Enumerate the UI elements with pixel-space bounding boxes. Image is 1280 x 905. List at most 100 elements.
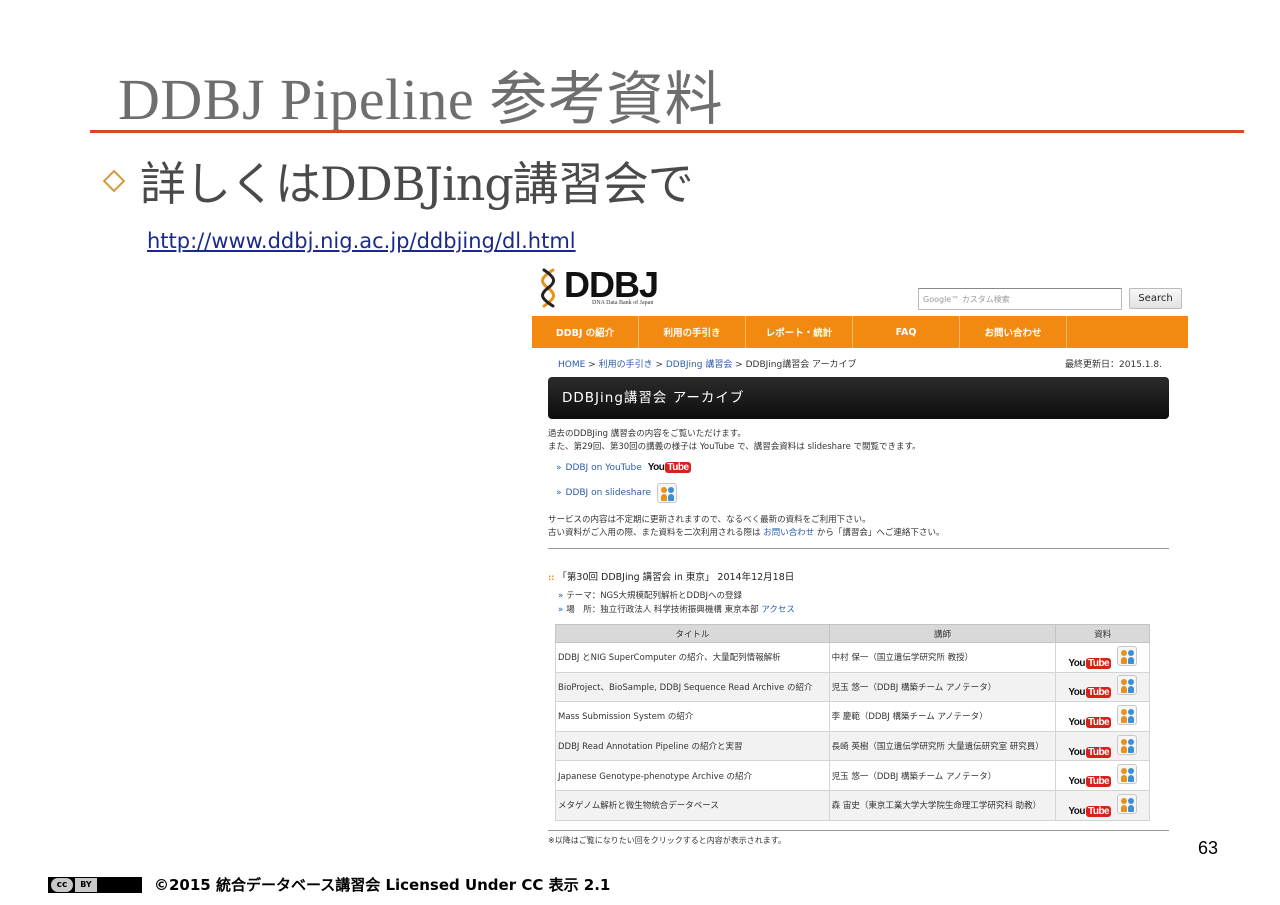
intro-line: また、第29回、第30回の講義の様子は YouTube で、講習会資料は sli… (548, 442, 921, 452)
youtube-video-icon[interactable]: You Tube (1068, 687, 1112, 699)
youtube-video-icon[interactable]: You Tube (1068, 776, 1112, 788)
logo-name: DDBJ (564, 264, 659, 305)
bullet-text: 詳しくはDDBJing講習会で (140, 157, 694, 211)
main-navigation: DDBJ の紹介 利用の手引き レポート・統計 FAQ お問い合わせ (532, 316, 1188, 348)
breadcrumb-current: DDBJing講習会 アーカイブ (745, 360, 857, 370)
lecture-lecturer: 児玉 悠一（DDBJ 構築チーム アノテータ） (828, 671, 1057, 703)
youtube-video-icon[interactable]: You Tube (1068, 805, 1112, 817)
slideshare-slides-icon[interactable] (1117, 734, 1138, 755)
search-input[interactable]: Google™ カスタム検索 (918, 288, 1122, 310)
slideshare-slides-icon[interactable] (1117, 704, 1138, 725)
page-heading: DDBJing講習会 アーカイブ (548, 377, 1169, 419)
session-title-text[interactable]: 「第30回 DDBJing 講習会 in 東京」 2014年12月18日 (557, 572, 794, 583)
ddbj-webpage-screenshot: DDBJ DNA Data Bank of Japan Google™ カスタム… (532, 262, 1188, 850)
table-row: Japanese Genotype-phenotype Archive の紹介児… (555, 760, 1150, 791)
nav-reports[interactable]: レポート・統計 (746, 316, 853, 348)
slide-title: DDBJ Pipeline 参考資料 (118, 67, 724, 132)
archive-url-link[interactable]: http://www.ddbj.nig.ac.jp/ddbjing/dl.htm… (147, 229, 576, 253)
lecture-title: DDBJ Read Annotation Pipeline の紹介と実習 (555, 730, 830, 762)
section-marker-icon: :: (548, 573, 555, 582)
slide-footer: cc BY ©2015 統合データベース講習会 Licensed Under CC… (48, 874, 610, 895)
intro-text: 過去のDDBJing 講習会の内容をご覧いただけます。 また、第29回、第30回… (548, 428, 921, 454)
search-button[interactable]: Search (1129, 288, 1182, 309)
lecture-materials: You Tube (1055, 789, 1150, 821)
breadcrumb-guide[interactable]: 利用の手引き (599, 360, 653, 370)
lecture-lecturer: 森 宙史（東京工業大学大学院生命理工学研究科 助教） (828, 789, 1057, 821)
breadcrumb: HOME > 利用の手引き > DDBJing 講習会 > DDBJing講習会… (558, 357, 857, 370)
slideshare-icon[interactable] (657, 483, 678, 503)
dna-helix-icon (541, 268, 555, 308)
table-row: DDBJ とNIG SuperComputer の紹介、大量配列情報解析 中村 保… (555, 642, 1150, 673)
slideshare-slides-icon[interactable] (1117, 675, 1138, 696)
table-row: DDBJ Read Annotation Pipeline の紹介と実習 長崎 英… (555, 730, 1150, 762)
table-row: BioProject、BioSample, DDBJ Sequence Read… (555, 671, 1150, 703)
table-bottom-rule (548, 830, 1169, 831)
lecture-table: タイトル 講師 資料 DDBJ とNIG SuperComputer の紹介、大… (555, 624, 1150, 821)
table-row: Mass Submission System の紹介李 慶範（DDBJ 構築チー… (555, 701, 1150, 732)
slideshare-link[interactable]: » DDBJ on slideshare (556, 483, 678, 503)
lecture-materials: You Tube (1055, 642, 1150, 673)
youtube-logo-icon[interactable]: You Tube (648, 462, 691, 473)
breadcrumb-separator: > (732, 360, 746, 370)
lecture-materials: You Tube (1055, 730, 1150, 762)
raquo-icon: » (556, 462, 562, 473)
session-title[interactable]: :: 「第30回 DDBJing 講習会 in 東京」 2014年12月18日 (548, 569, 794, 583)
contact-link[interactable]: お問い合わせ (763, 528, 814, 538)
lecture-title: DDBJ とNIG SuperComputer の紹介、大量配列情報解析 (555, 642, 830, 673)
column-header-materials: 資料 (1055, 624, 1150, 643)
lecture-title: BioProject、BioSample, DDBJ Sequence Read… (555, 671, 830, 703)
table-header-row: タイトル 講師 資料 (555, 624, 1150, 643)
youtube-video-icon[interactable]: You Tube (1068, 716, 1112, 728)
notice-line: 古い資料がご入用の際、また資料を二次利用される際は お問い合わせ から「講習会」… (548, 528, 945, 538)
breadcrumb-ddbjing[interactable]: DDBJing 講習会 (666, 360, 732, 370)
column-header-lecturer: 講師 (828, 624, 1057, 643)
lecture-lecturer: 長崎 英樹（国立遺伝学研究所 大量遺伝研究室 研究員） (828, 730, 1057, 762)
lecture-lecturer: 児玉 悠一（DDBJ 構築チーム アノテータ） (828, 760, 1057, 791)
lecture-materials: You Tube (1055, 760, 1150, 791)
lecture-title: Japanese Genotype-phenotype Archive の紹介 (555, 760, 830, 791)
diamond-bullet-icon (102, 169, 126, 193)
lecture-title: Mass Submission System の紹介 (555, 701, 830, 732)
title-divider (90, 130, 1244, 133)
nav-contact[interactable]: お問い合わせ (960, 316, 1067, 348)
logo-subtitle: DNA Data Bank of Japan (592, 300, 654, 306)
page-number: 63 (1198, 838, 1219, 858)
lecture-lecturer: 李 慶範（DDBJ 構築チーム アノテータ） (828, 701, 1057, 732)
nav-guide[interactable]: 利用の手引き (639, 316, 746, 348)
youtube-video-icon[interactable]: You Tube (1068, 657, 1112, 669)
youtube-video-icon[interactable]: You Tube (1068, 746, 1112, 758)
raquo-icon: » (558, 591, 564, 601)
notice-text: サービスの内容は不定期に更新されますので、なるべく最新の資料をご利用下さい。 古… (548, 514, 944, 540)
lecture-lecturer: 中村 保一（国立遺伝学研究所 教授） (828, 642, 1057, 673)
creative-commons-badge-icon: cc BY (48, 876, 142, 893)
breadcrumb-separator: > (585, 360, 599, 370)
raquo-icon: » (556, 488, 562, 498)
youtube-channel-link[interactable]: » DDBJ on YouTube You Tube (556, 462, 691, 473)
lecture-materials: You Tube (1055, 671, 1150, 703)
intro-line: 過去のDDBJing 講習会の内容をご覧いただけます。 (548, 429, 746, 439)
raquo-icon: » (558, 605, 564, 615)
slideshare-link-label[interactable]: DDBJ on slideshare (566, 488, 652, 498)
footnote: ※以降はご覧になりたい回をクリックすると内容が表示されます。 (548, 836, 786, 845)
breadcrumb-separator: > (652, 360, 666, 370)
column-header-title: タイトル (555, 624, 830, 643)
bullet-item: 詳しくはDDBJing講習会で (100, 148, 694, 214)
lecture-materials: You Tube (1055, 701, 1150, 732)
copyright-text: ©2015 統合データベース講習会 Licensed Under CC 表示 2… (154, 876, 611, 894)
notice-line: サービスの内容は不定期に更新されますので、なるべく最新の資料をご利用下さい。 (548, 515, 871, 525)
ddbj-logo[interactable]: DDBJ DNA Data Bank of Japan (538, 264, 659, 308)
section-divider (548, 548, 1169, 549)
youtube-link-label[interactable]: DDBJ on YouTube (566, 463, 642, 473)
access-link[interactable]: アクセス (761, 605, 795, 615)
breadcrumb-home[interactable]: HOME (558, 360, 585, 370)
nav-about[interactable]: DDBJ の紹介 (532, 316, 639, 348)
session-meta: » テーマ：NGS大規模配列解析とDDBJへの登録 » 場 所：独立行政法人 科学技… (558, 589, 795, 617)
table-row: メタゲノム解析と微生物統合データベース森 宙史（東京工業大学大学院生命理工学研究… (555, 789, 1150, 821)
slideshare-slides-icon[interactable] (1117, 793, 1138, 814)
last-updated: 最終更新日：2015.1.8. (1065, 360, 1162, 370)
nav-faq[interactable]: FAQ (853, 316, 960, 348)
slideshare-slides-icon[interactable] (1117, 645, 1138, 666)
slideshare-slides-icon[interactable] (1117, 764, 1138, 785)
lecture-title: メタゲノム解析と微生物統合データベース (555, 789, 830, 821)
